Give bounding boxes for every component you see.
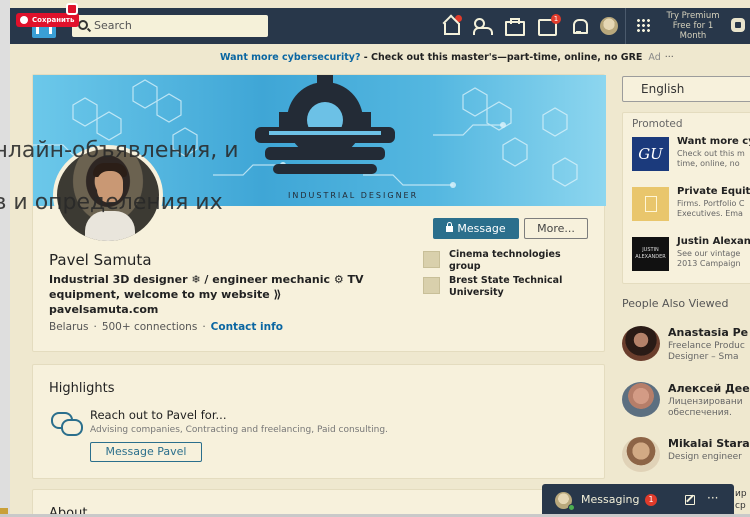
promoted-title: Justin Alexan	[677, 236, 750, 247]
home-badge	[455, 15, 462, 22]
promoted-desc: Check out this m time, online, no	[677, 149, 745, 168]
highlights-title: Highlights	[49, 381, 115, 396]
promoted-title: Want more cy	[677, 136, 750, 147]
compose-icon[interactable]	[685, 495, 695, 505]
language-select[interactable]: English	[622, 76, 750, 102]
search-input[interactable]: Search	[72, 15, 268, 37]
promoted-desc: Firms. Portfolio C Executives. Ema	[677, 199, 745, 218]
person-headline: Design engineer	[668, 452, 742, 462]
message-pavel-button[interactable]: Message Pavel	[90, 442, 202, 462]
school-logo-icon	[423, 277, 440, 294]
ad-tag: Ad	[648, 52, 661, 63]
gu-logo: GU	[632, 137, 669, 171]
ad-link[interactable]: Want more cybersecurity?	[220, 52, 360, 63]
try-premium-link[interactable]: Try Premium Free for 1 Month	[660, 11, 726, 41]
messaging-more-icon[interactable]: ···	[707, 491, 718, 505]
person-name[interactable]: Mikalai Stara	[668, 437, 750, 450]
avatar[interactable]	[622, 326, 660, 361]
messages-badge: 1	[551, 14, 561, 24]
jobs-icon[interactable]	[505, 17, 525, 36]
browser-extension-icon[interactable]	[731, 18, 745, 32]
notifications-bell-icon[interactable]	[570, 17, 588, 35]
messaging-nav-icon[interactable]: 1	[538, 14, 561, 36]
highlights-subtext: Advising companies, Contracting and free…	[90, 425, 388, 435]
overlay-caption-line-1: онлайн-объявления, и	[0, 138, 239, 163]
contact-info-link[interactable]: Contact info	[211, 321, 283, 333]
school-name: Brest State Technical University	[449, 275, 563, 298]
taskbar-corner-mark	[0, 508, 8, 514]
pinterest-save-button[interactable]: Сохранить	[16, 13, 80, 27]
pinterest-close-icon[interactable]	[66, 3, 78, 15]
nav-divider	[625, 8, 626, 44]
me-avatar[interactable]	[600, 17, 618, 35]
profile-name: Pavel Samuta	[49, 251, 152, 269]
promoted-title: Private Equity	[677, 186, 750, 197]
overlay-caption-line-2: ов и определения их	[0, 190, 223, 215]
person-name[interactable]: Алексей Дее	[668, 382, 750, 395]
profile-headline: Industrial 3D designer ❄ / engineer mech…	[49, 273, 364, 316]
avatar[interactable]	[622, 437, 660, 472]
message-button-label: Message	[457, 222, 506, 235]
chat-bubbles-icon	[51, 412, 83, 436]
top-nav-bar: Search 1 Try Premium Free for 1 Month	[10, 8, 750, 44]
ad-banner[interactable]: Want more cybersecurity? - Check out thi…	[220, 52, 674, 63]
messaging-label: Messaging	[581, 493, 640, 506]
highlights-card: Highlights Reach out to Pavel for... Adv…	[32, 364, 605, 479]
person-headline: Лицензировани обеспечения.	[668, 397, 743, 418]
home-icon[interactable]	[442, 15, 462, 35]
person-headline: Freelance Produc Designer – Sma	[668, 341, 745, 362]
messaging-badge: 1	[645, 494, 657, 506]
cover-caption: INDUSTRIAL DESIGNER	[288, 191, 418, 200]
promoted-desc: See our vintage 2013 Campaign	[677, 249, 741, 268]
right-peek-text: ир ср	[735, 489, 747, 511]
gear-icon	[255, 75, 395, 174]
avatar[interactable]	[622, 382, 660, 417]
premium-line-2: Free for 1	[672, 21, 714, 31]
highlights-heading: Reach out to Pavel for...	[90, 408, 227, 422]
premium-line-3: Month	[679, 31, 707, 41]
people-also-viewed-label: People Also Viewed	[622, 297, 729, 310]
online-status-icon	[568, 504, 575, 511]
location: Belarus	[49, 321, 89, 333]
connections-count[interactable]: 500+ connections	[102, 321, 198, 333]
promoted-card: Promoted GU Want more cy Check out this …	[622, 112, 750, 284]
messaging-bar[interactable]: Messaging 1 ···	[542, 484, 734, 517]
premium-line-1: Try Premium	[666, 11, 720, 21]
window-frame-left	[0, 0, 10, 517]
promoted-label: Promoted	[632, 118, 683, 130]
ad-more-icon[interactable]: ···	[665, 52, 674, 63]
private-equity-logo	[632, 187, 669, 221]
person-name[interactable]: Anastasia Pe	[668, 326, 748, 339]
my-network-icon[interactable]	[473, 17, 493, 35]
more-button[interactable]: More...	[524, 218, 588, 239]
work-grid-icon[interactable]	[636, 18, 650, 32]
search-placeholder: Search	[94, 19, 132, 32]
justin-alexander-logo: JUSTIN ALEXANDER	[632, 237, 669, 271]
search-icon	[78, 20, 88, 30]
about-card: About	[32, 489, 605, 517]
profile-meta: Belarus · 500+ connections · Contact info	[49, 321, 283, 333]
ad-text: - Check out this master's—part-time, onl…	[360, 52, 643, 63]
company-logo-icon	[423, 251, 440, 268]
message-button[interactable]: Message	[433, 218, 519, 239]
lock-icon	[446, 222, 454, 232]
company-name: Cinema technologies group	[449, 249, 561, 272]
